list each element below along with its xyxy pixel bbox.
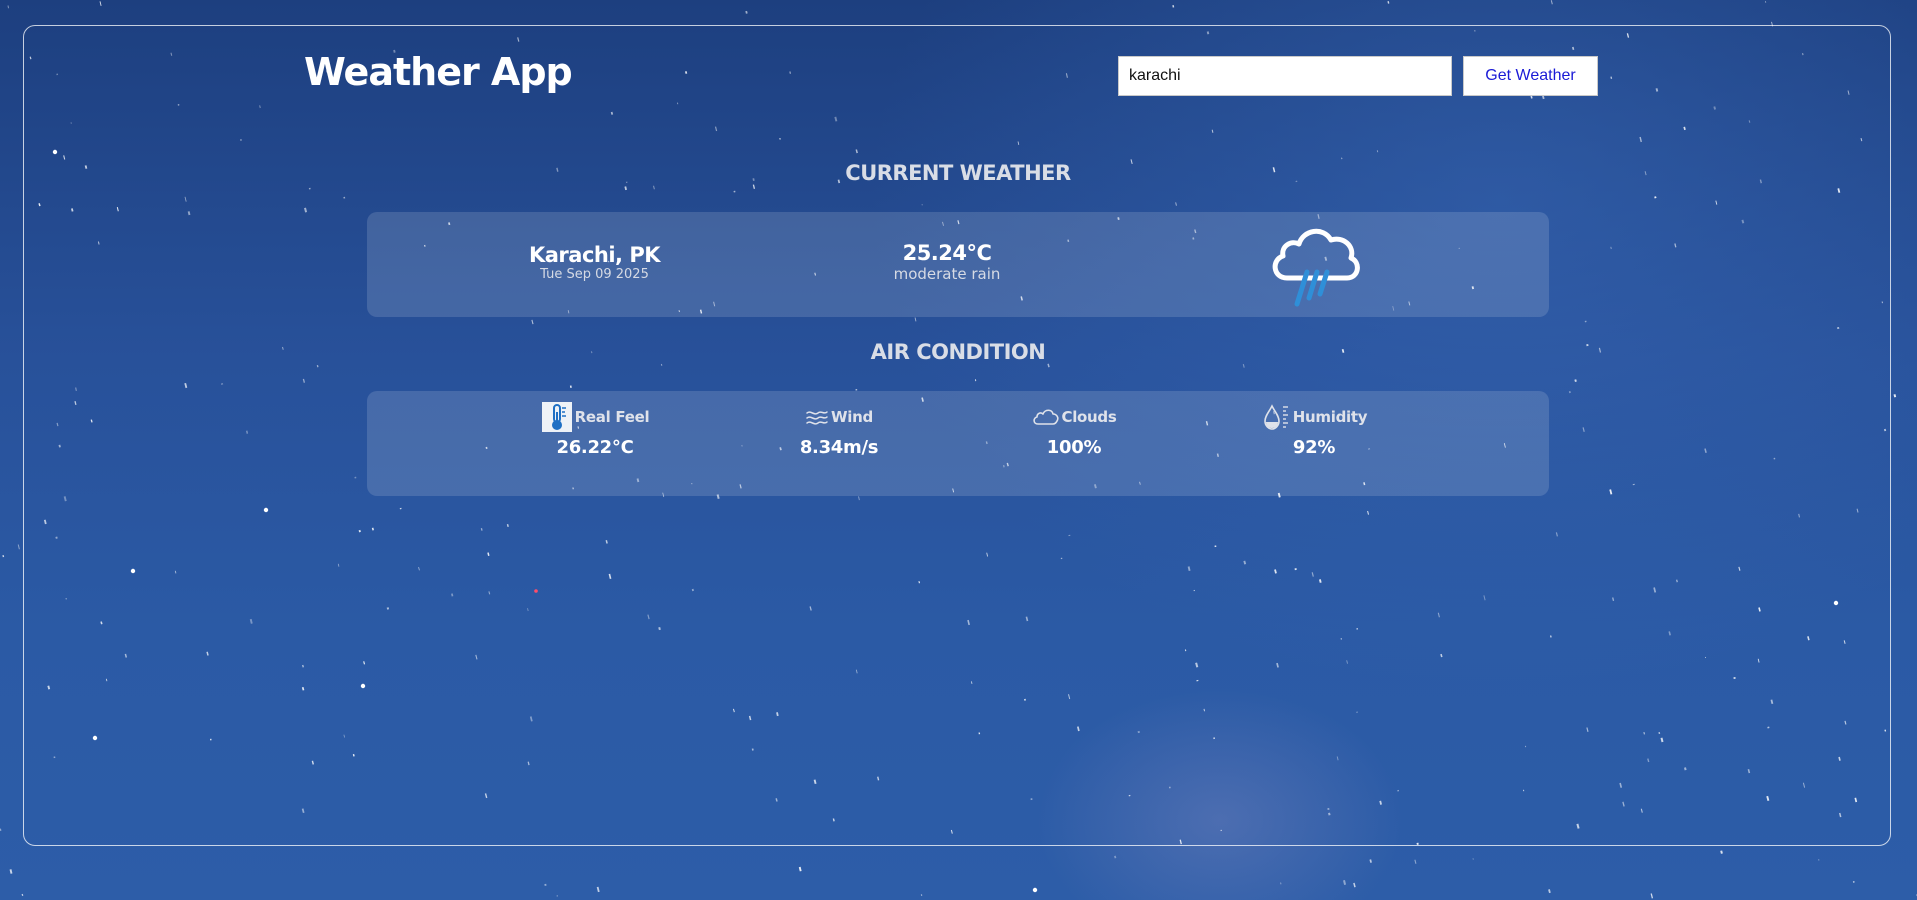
rain-cloud-icon [1272, 228, 1360, 307]
star [1353, 882, 1356, 888]
temperature-block: 25.24°C moderate rain [867, 241, 1027, 283]
star [0, 828, 2, 831]
star [1387, 1, 1390, 4]
location-block: Karachi, PK Tue Sep 09 2025 [507, 243, 682, 283]
wind-label: Wind [831, 408, 873, 426]
star [9, 869, 13, 874]
star [596, 886, 600, 893]
humidity-icon [1263, 404, 1288, 430]
star [544, 883, 547, 887]
real-feel-label: Real Feel [574, 408, 650, 426]
star [2, 555, 5, 558]
star [1720, 850, 1723, 854]
current-date: Tue Sep 09 2025 [540, 267, 649, 282]
current-temperature: 25.24°C [902, 241, 992, 265]
star [1414, 859, 1417, 864]
cloud-icon [1032, 409, 1059, 425]
city-name: Karachi, PK [528, 243, 661, 267]
current-weather-heading: CURRENT WEATHER [845, 161, 1071, 185]
star [798, 866, 802, 872]
star [745, 10, 748, 14]
wind-icon [806, 411, 828, 425]
star [1114, 855, 1117, 859]
star [21, 893, 24, 896]
star [1279, 882, 1282, 885]
star [1550, 0, 1553, 5]
current-weather-card: Karachi, PK Tue Sep 09 2025 25.24°C mode… [367, 212, 1549, 317]
clouds-value: 100% [1046, 437, 1102, 458]
get-weather-button[interactable]: Get Weather [1463, 56, 1598, 96]
star [1343, 880, 1347, 885]
star [1172, 5, 1175, 8]
star [99, 1, 102, 6]
star [1369, 859, 1372, 863]
air-condition-card: Real Feel 26.22°C Wind 8.34m/s Clouds 10… [367, 391, 1549, 496]
humidity-value: 92% [1292, 437, 1336, 458]
clouds-item: Clouds 100% [994, 401, 1154, 458]
thermometer-icon [541, 402, 572, 432]
star [1548, 889, 1551, 894]
app-title: Weather App [304, 50, 573, 94]
star [1650, 893, 1654, 899]
wind-value: 8.34m/s [799, 437, 879, 458]
clouds-label: Clouds [1061, 408, 1117, 426]
bright-star [1032, 887, 1038, 893]
weather-description: moderate rain [893, 265, 1001, 283]
humidity-label: Humidity [1292, 408, 1368, 426]
real-feel-value: 26.22°C [556, 437, 634, 458]
real-feel-item: Real Feel 26.22°C [515, 401, 675, 458]
star [17, 544, 20, 550]
air-condition-heading: AIR CONDITION [870, 340, 1046, 364]
humidity-item: Humidity 92% [1234, 401, 1394, 458]
star [1893, 394, 1897, 398]
city-search-input[interactable] [1118, 56, 1452, 96]
wind-item: Wind 8.34m/s [759, 401, 919, 458]
star [7, 5, 10, 9]
